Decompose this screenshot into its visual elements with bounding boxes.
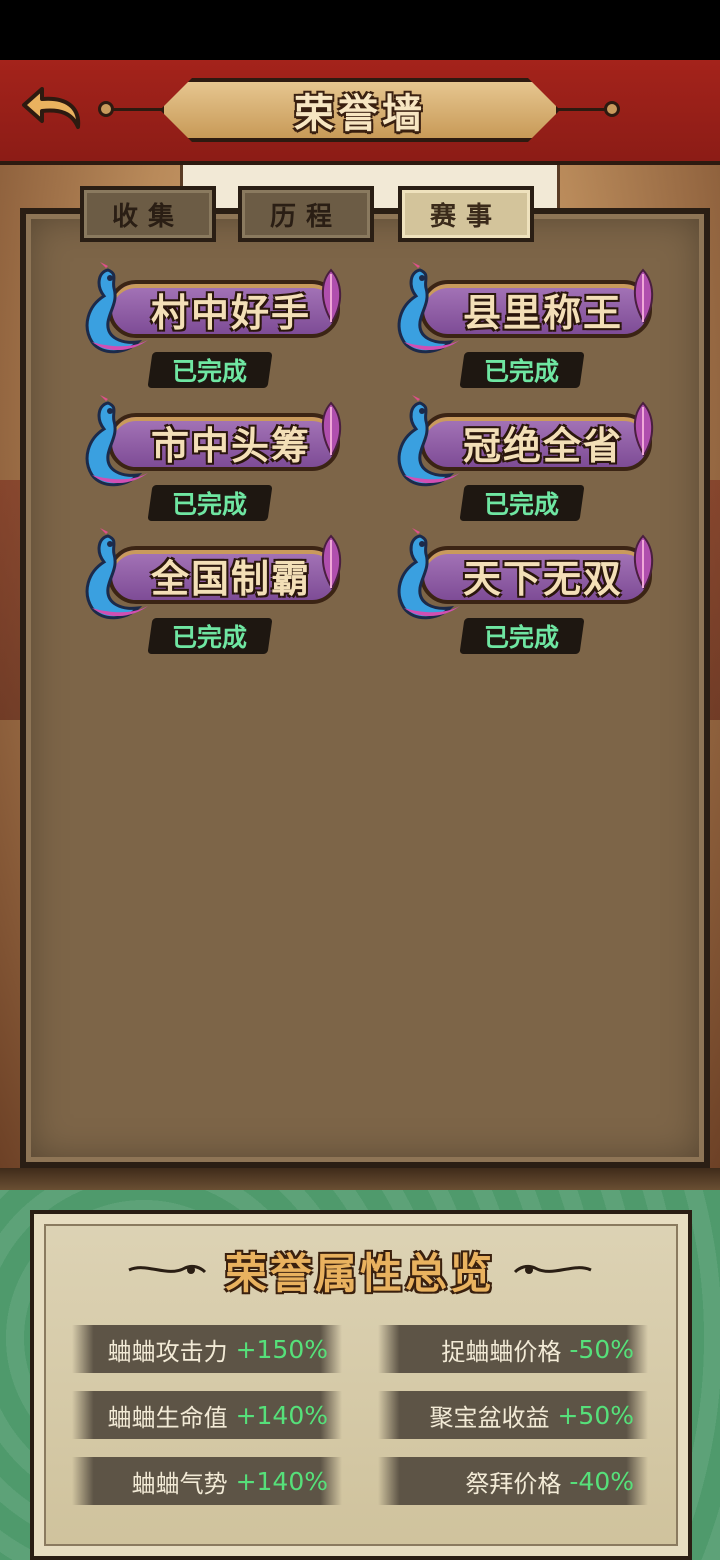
status-badge: 已完成 — [459, 618, 585, 654]
stat-label: 捉蛐蛐价格 — [441, 1337, 562, 1366]
stat-value: +150% — [235, 1334, 328, 1364]
achievement-card[interactable]: 天下无双 已完成 — [390, 528, 660, 658]
status-text: 已完成 — [484, 357, 560, 386]
panel-bottom-edge — [0, 1168, 720, 1190]
stat-value: +50% — [557, 1400, 634, 1430]
tab-label: 历程 — [269, 201, 342, 232]
stat-value: -40% — [569, 1466, 634, 1496]
stat-row: 聚宝盆收益 +50% — [378, 1391, 648, 1439]
achievement-card[interactable]: 县里称王 已完成 — [390, 262, 660, 392]
stat-value: +140% — [235, 1400, 328, 1430]
header-knot-right — [604, 101, 620, 117]
stat-row: 祭拜价格 -40% — [378, 1457, 648, 1505]
status-badge: 已完成 — [147, 485, 273, 521]
feather-icon — [321, 268, 342, 324]
peacock-icon — [397, 395, 460, 487]
back-button[interactable] — [18, 78, 88, 136]
status-text: 已完成 — [484, 623, 560, 652]
peacock-icon — [85, 262, 148, 354]
page-title: 荣誉墙 — [294, 90, 426, 137]
feather-icon — [321, 534, 342, 590]
tab-label: 收集 — [111, 201, 184, 232]
header-knot-left — [98, 101, 114, 117]
stat-row: 捉蛐蛐价格 -50% — [378, 1325, 648, 1373]
tab-label: 赛事 — [429, 201, 502, 232]
stat-row: 蛐蛐生命值 +140% — [72, 1391, 342, 1439]
title-plaque: 荣誉墙 — [160, 78, 560, 142]
status-badge: 已完成 — [459, 485, 585, 521]
peacock-icon — [85, 528, 148, 620]
stat-value: -50% — [569, 1334, 634, 1364]
status-bar — [0, 0, 720, 60]
achievement-title: 市中头筹 — [150, 422, 311, 468]
flourish-icon — [513, 1264, 592, 1274]
achievement-title: 冠绝全省 — [462, 422, 623, 468]
flourish-icon — [128, 1264, 207, 1274]
status-text: 已完成 — [172, 623, 248, 652]
tab-collection[interactable]: 收集 — [80, 186, 216, 242]
feather-icon — [633, 401, 654, 457]
stat-row: 蛐蛐攻击力 +150% — [72, 1325, 342, 1373]
feather-icon — [633, 534, 654, 590]
achievement-card[interactable]: 市中头筹 已完成 — [78, 395, 348, 525]
status-text: 已完成 — [172, 357, 248, 386]
achievement-card[interactable]: 村中好手 已完成 — [78, 262, 348, 392]
attributes-header: 荣誉属性总览 — [0, 1240, 720, 1300]
feather-icon — [633, 268, 654, 324]
status-badge: 已完成 — [459, 352, 585, 388]
achievement-card[interactable]: 全国制霸 已完成 — [78, 528, 348, 658]
status-badge: 已完成 — [147, 618, 273, 654]
achievement-title: 天下无双 — [462, 555, 623, 601]
status-text: 已完成 — [172, 490, 248, 519]
status-badge: 已完成 — [147, 352, 273, 388]
stat-label: 蛐蛐生命值 — [107, 1403, 228, 1432]
attributes-title: 荣誉属性总览 — [224, 1248, 495, 1298]
achievement-title: 村中好手 — [150, 289, 311, 335]
tab-history[interactable]: 历程 — [238, 186, 374, 242]
peacock-icon — [397, 528, 460, 620]
stat-label: 聚宝盆收益 — [429, 1403, 550, 1432]
achievement-card[interactable]: 冠绝全省 已完成 — [390, 395, 660, 525]
stat-value: +140% — [235, 1466, 328, 1496]
stat-label: 蛐蛐攻击力 — [107, 1337, 228, 1366]
peacock-icon — [397, 262, 460, 354]
achievement-title: 全国制霸 — [150, 555, 311, 601]
tab-events[interactable]: 赛事 — [398, 186, 534, 242]
stat-label: 祭拜价格 — [465, 1469, 562, 1498]
achievement-title: 县里称王 — [462, 289, 623, 335]
status-text: 已完成 — [484, 490, 560, 519]
stat-label: 蛐蛐气势 — [131, 1469, 228, 1498]
back-arrow-icon — [22, 87, 81, 129]
stat-row: 蛐蛐气势 +140% — [72, 1457, 342, 1505]
feather-icon — [321, 401, 342, 457]
peacock-icon — [85, 395, 148, 487]
